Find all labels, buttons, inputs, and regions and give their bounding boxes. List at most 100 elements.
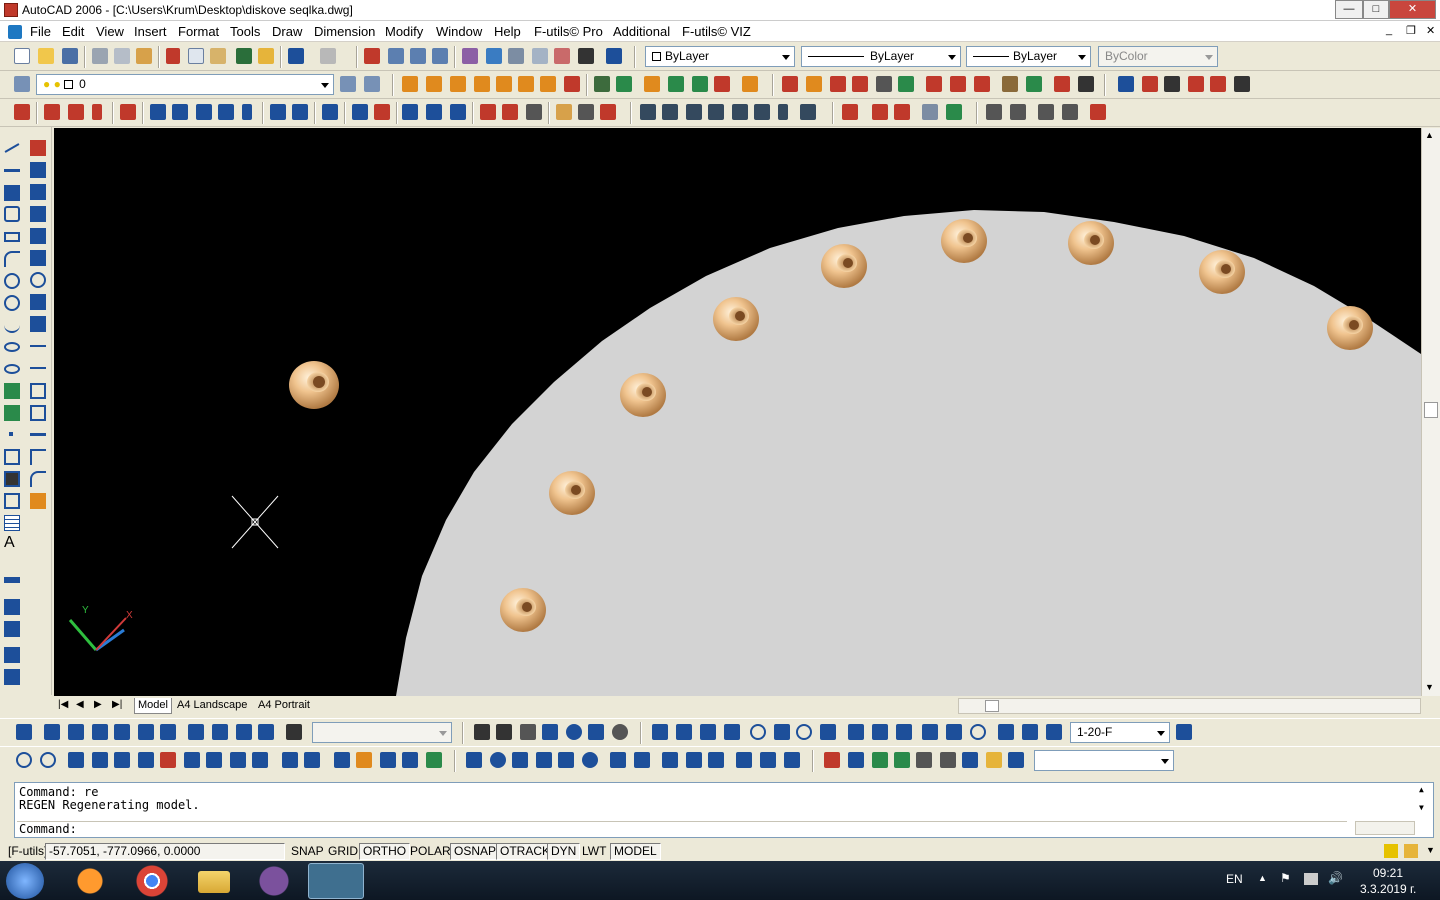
break-at-point-icon[interactable] bbox=[30, 383, 46, 399]
solid-tool-9-icon[interactable] bbox=[206, 752, 222, 768]
revolve-icon[interactable] bbox=[634, 752, 650, 768]
menu-insert[interactable]: Insert bbox=[134, 24, 167, 39]
tab-first-icon[interactable]: |◀ bbox=[58, 699, 68, 710]
scroll-up-arrow-icon[interactable]: ▲ bbox=[1425, 130, 1434, 140]
revision-cloud-icon[interactable] bbox=[4, 295, 20, 311]
tool-b7-icon[interactable] bbox=[292, 104, 308, 120]
polygon-icon[interactable] bbox=[4, 206, 20, 222]
futils-tool-8-icon[interactable] bbox=[564, 76, 580, 92]
dim-tool-5-icon[interactable] bbox=[4, 669, 20, 685]
futils-tool-10-icon[interactable] bbox=[616, 76, 632, 92]
zoom-previous-icon[interactable] bbox=[432, 48, 448, 64]
solid-tool-7-icon[interactable] bbox=[160, 752, 176, 768]
make-current-layer-icon[interactable] bbox=[340, 76, 356, 92]
nut[interactable] bbox=[500, 588, 546, 632]
render-tool-3-icon[interactable] bbox=[872, 752, 888, 768]
chrome-icon[interactable] bbox=[124, 863, 180, 899]
box-icon[interactable] bbox=[466, 752, 482, 768]
futils-tool-34-icon[interactable] bbox=[1234, 76, 1250, 92]
minimize-button[interactable]: — bbox=[1335, 0, 1363, 19]
tool-a2-icon[interactable] bbox=[44, 104, 60, 120]
dyn-toggle[interactable]: DYN bbox=[547, 843, 581, 860]
dim-aligned-icon[interactable] bbox=[676, 724, 692, 740]
autocad-taskbar-icon[interactable] bbox=[308, 863, 364, 899]
scroll-down-arrow-icon[interactable]: ▼ bbox=[1425, 682, 1434, 692]
scale-icon[interactable] bbox=[30, 294, 46, 310]
coordinates-display[interactable]: -57.7051, -777.0966, 0.0000 bbox=[45, 843, 285, 860]
tool-b2-icon[interactable] bbox=[172, 104, 188, 120]
undo-icon[interactable] bbox=[288, 48, 304, 64]
nut[interactable] bbox=[549, 471, 595, 515]
dim-jogged-icon[interactable] bbox=[774, 724, 790, 740]
futils-tool-5-icon[interactable] bbox=[496, 76, 512, 92]
doc-minimize-button[interactable]: _ bbox=[1386, 24, 1392, 36]
tool-d4-icon[interactable] bbox=[708, 104, 724, 120]
plotstyle-control[interactable]: ByColor bbox=[1098, 46, 1218, 67]
status-menu-arrow-icon[interactable]: ▼ bbox=[1426, 845, 1435, 855]
join-icon[interactable] bbox=[30, 433, 46, 436]
doc-restore-button[interactable]: ❐ bbox=[1406, 24, 1416, 37]
futils-tool-27-icon[interactable] bbox=[1054, 76, 1070, 92]
tool-c4-icon[interactable] bbox=[480, 104, 496, 120]
clock-date[interactable]: 3.3.2019 г. bbox=[1360, 882, 1416, 896]
tool-d5-icon[interactable] bbox=[732, 104, 748, 120]
array-icon[interactable] bbox=[30, 228, 46, 244]
sheet-set-icon[interactable] bbox=[532, 48, 548, 64]
stretch-icon[interactable] bbox=[30, 316, 46, 332]
extrude-icon[interactable] bbox=[610, 752, 626, 768]
tool-f2-icon[interactable] bbox=[1010, 104, 1026, 120]
dim-angular-icon[interactable] bbox=[820, 724, 836, 740]
extend-icon[interactable] bbox=[30, 367, 46, 369]
menu-file[interactable]: File bbox=[30, 24, 51, 39]
futils-tool-12-icon[interactable] bbox=[668, 76, 684, 92]
solid-tool-17-icon[interactable] bbox=[402, 752, 418, 768]
view-tool-4-icon[interactable] bbox=[92, 724, 108, 740]
toolbar-lock-icon[interactable] bbox=[1404, 844, 1418, 858]
break-icon[interactable] bbox=[30, 405, 46, 421]
tool-e3-icon[interactable] bbox=[894, 104, 910, 120]
line-icon[interactable] bbox=[4, 143, 20, 153]
futils-tool-2-icon[interactable] bbox=[426, 76, 442, 92]
shade-tool-2-icon[interactable] bbox=[496, 724, 512, 740]
render-tool-1-icon[interactable] bbox=[824, 752, 840, 768]
make-block-icon[interactable] bbox=[4, 405, 20, 421]
layer-previous-icon[interactable] bbox=[364, 76, 380, 92]
document-icon[interactable] bbox=[8, 25, 22, 39]
menu-draw[interactable]: Draw bbox=[272, 24, 302, 39]
solid-tool-10-icon[interactable] bbox=[230, 752, 246, 768]
dim-arc-icon[interactable] bbox=[700, 724, 716, 740]
quick-dim-icon[interactable] bbox=[848, 724, 864, 740]
futils-tool-9-icon[interactable] bbox=[594, 76, 610, 92]
ellipse-arc-icon[interactable] bbox=[4, 364, 20, 374]
view-tool-11-icon[interactable] bbox=[258, 724, 274, 740]
view-tool-5-icon[interactable] bbox=[114, 724, 130, 740]
menu-window[interactable]: Window bbox=[436, 24, 482, 39]
named-view-control[interactable] bbox=[312, 722, 452, 743]
tool-d3-icon[interactable] bbox=[686, 104, 702, 120]
solid-tool-4-icon[interactable] bbox=[92, 752, 108, 768]
solid-tool-8-icon[interactable] bbox=[184, 752, 200, 768]
tray-expand-icon[interactable]: ▲ bbox=[1258, 873, 1267, 883]
futils-tool-17-icon[interactable] bbox=[806, 76, 822, 92]
layer-manager-icon[interactable] bbox=[14, 76, 30, 92]
tool-c8-icon[interactable] bbox=[578, 104, 594, 120]
autocad-app-icon[interactable] bbox=[4, 3, 18, 17]
copy-icon[interactable] bbox=[188, 48, 204, 64]
move-icon[interactable] bbox=[30, 250, 46, 266]
horizontal-scrollbar[interactable] bbox=[958, 698, 1421, 714]
interfere-icon[interactable] bbox=[708, 752, 724, 768]
command-scroll-up-icon[interactable]: ▲ bbox=[1419, 785, 1424, 794]
redo-icon[interactable] bbox=[320, 48, 336, 64]
spline-icon[interactable] bbox=[4, 317, 20, 333]
tool-b8-icon[interactable] bbox=[322, 104, 338, 120]
plot-icon[interactable] bbox=[92, 48, 108, 64]
layer-control[interactable]: ● ● 0 bbox=[36, 74, 334, 95]
menu-futils-viz[interactable]: F-utils© VIZ bbox=[682, 24, 751, 39]
menu-help[interactable]: Help bbox=[494, 24, 521, 39]
explode-icon[interactable] bbox=[30, 493, 46, 509]
tool-palettes-icon[interactable] bbox=[508, 48, 524, 64]
render-tool-8-icon[interactable] bbox=[986, 752, 1002, 768]
hatch-icon[interactable] bbox=[4, 449, 20, 465]
tool-f3-icon[interactable] bbox=[1038, 104, 1054, 120]
action-center-flag-icon[interactable]: ⚑ bbox=[1280, 871, 1291, 885]
